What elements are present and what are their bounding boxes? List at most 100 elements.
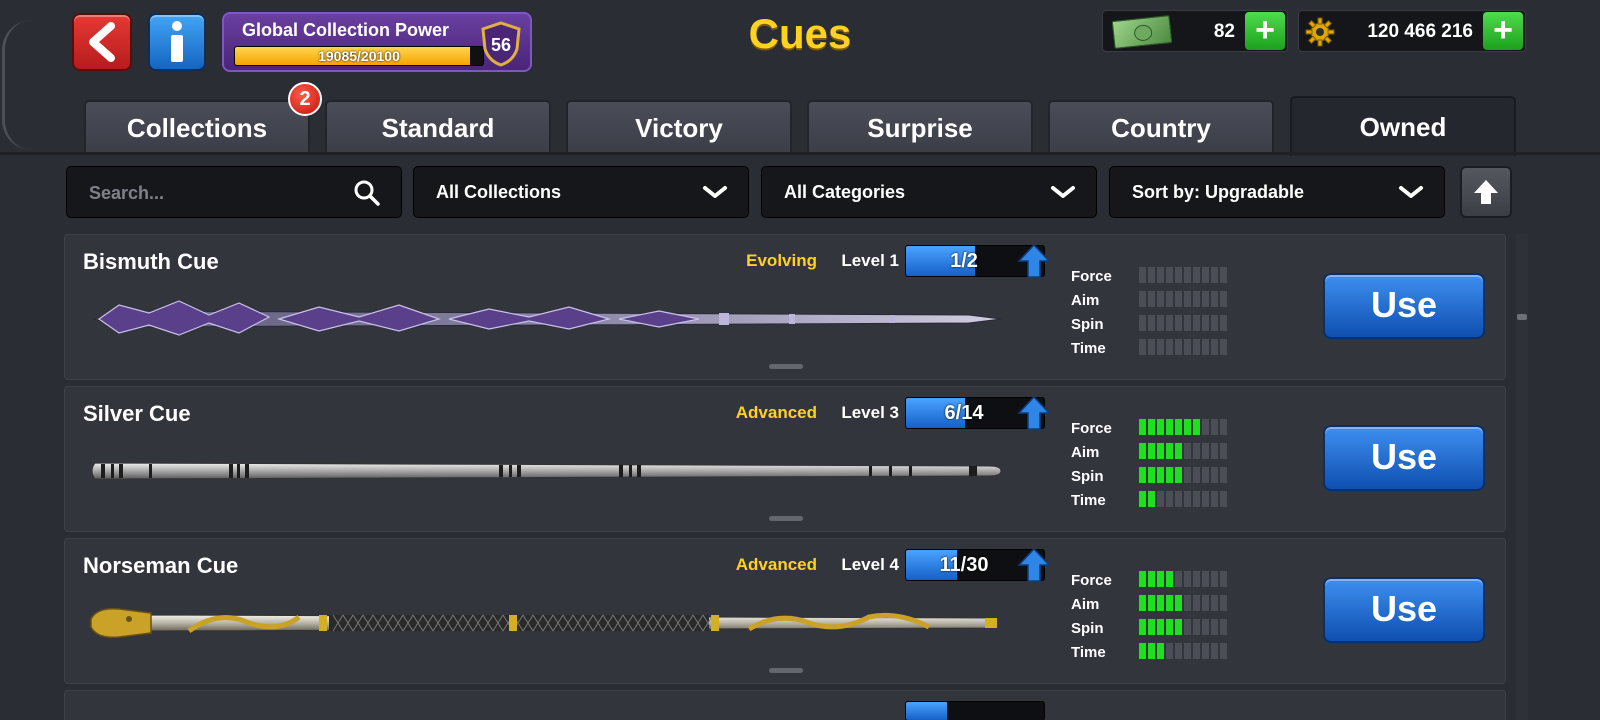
stat-segment xyxy=(1166,267,1173,283)
stat-segment xyxy=(1202,419,1209,435)
stat-segment xyxy=(1220,595,1227,611)
add-cash-button[interactable]: + xyxy=(1245,12,1285,50)
sort-direction-button[interactable] xyxy=(1460,166,1512,218)
cue-row[interactable]: Bismuth Cue Evolving Level 1 1/2 Force A… xyxy=(64,234,1506,380)
stat-segment xyxy=(1148,419,1155,435)
stat-segment xyxy=(1157,491,1164,507)
stat-segment xyxy=(1184,571,1191,587)
stat-segment xyxy=(1193,643,1200,659)
tab-country[interactable]: Country xyxy=(1048,100,1274,154)
stat-segment xyxy=(1202,339,1209,355)
cue-name: Norseman Cue xyxy=(83,553,239,578)
use-button[interactable]: Use xyxy=(1323,425,1485,491)
stat-segment xyxy=(1157,619,1164,635)
level-progress-text: 11/30 xyxy=(939,554,989,576)
stat-bar xyxy=(1139,267,1227,283)
stat-label: Force xyxy=(1071,572,1112,589)
add-coins-button[interactable]: + xyxy=(1483,12,1523,50)
stat-segment xyxy=(1166,571,1173,587)
scrollbar[interactable] xyxy=(1516,234,1528,720)
cue-row-partial xyxy=(64,690,1506,720)
category-dropdown[interactable]: All Categories xyxy=(761,166,1097,218)
stat-segment xyxy=(1139,643,1146,659)
stat-bar xyxy=(1139,339,1227,355)
stat-segment xyxy=(1157,571,1164,587)
level-progress-fill xyxy=(906,702,948,720)
stat-segment xyxy=(1211,419,1218,435)
notification-badge: 2 xyxy=(288,82,322,116)
stat-segment xyxy=(1166,315,1173,331)
cue-stats: Force Aim Spin Time xyxy=(1071,569,1231,665)
cue-row[interactable]: Norseman Cue Advanced Level 4 11/30 Forc… xyxy=(64,538,1506,684)
stat-segment xyxy=(1148,443,1155,459)
silver-cue-image xyxy=(91,462,1002,480)
coins-gear-icon xyxy=(1305,17,1335,47)
stat-segment xyxy=(1148,315,1155,331)
stat-segment xyxy=(1211,315,1218,331)
stat-segment xyxy=(1211,267,1218,283)
upgrade-arrow-icon[interactable] xyxy=(1017,395,1051,431)
chevron-down-icon xyxy=(1399,186,1423,198)
upgrade-arrow-icon[interactable] xyxy=(1017,243,1051,279)
expand-handle[interactable] xyxy=(769,668,803,673)
stat-bar xyxy=(1139,467,1227,483)
stat-spin: Spin xyxy=(1071,313,1231,337)
stat-segment xyxy=(1166,595,1173,611)
tab-standard[interactable]: Standard xyxy=(325,100,551,154)
stat-segment xyxy=(1211,291,1218,307)
stat-segment xyxy=(1139,315,1146,331)
stat-segment xyxy=(1220,267,1227,283)
stat-segment xyxy=(1139,443,1146,459)
info-icon xyxy=(171,21,183,62)
global-collection-power[interactable]: Global Collection Power 19085/20100 56 xyxy=(222,12,532,72)
stat-segment xyxy=(1202,491,1209,507)
search-placeholder: Search... xyxy=(89,183,165,203)
stat-segment xyxy=(1148,267,1155,283)
expand-handle[interactable] xyxy=(769,364,803,369)
expand-handle[interactable] xyxy=(769,516,803,521)
stat-segment xyxy=(1211,619,1218,635)
stat-label: Time xyxy=(1071,644,1106,661)
stat-segment xyxy=(1202,619,1209,635)
stat-segment xyxy=(1139,339,1146,355)
cue-row[interactable]: Silver Cue Advanced Level 3 6/14 Force A… xyxy=(64,386,1506,532)
stat-segment xyxy=(1202,443,1209,459)
stat-spin: Spin xyxy=(1071,465,1231,489)
info-button[interactable] xyxy=(148,13,206,71)
stat-segment xyxy=(1166,619,1173,635)
stat-segment xyxy=(1175,571,1182,587)
collection-dropdown[interactable]: All Collections xyxy=(413,166,749,218)
tab-victory[interactable]: Victory xyxy=(566,100,792,154)
cue-tier: Advanced xyxy=(735,403,817,422)
cue-stats: Force Aim Spin Time xyxy=(1071,265,1231,361)
stat-segment xyxy=(1184,315,1191,331)
stat-label: Force xyxy=(1071,420,1112,437)
shield-level-icon: 56 xyxy=(481,21,521,67)
back-button[interactable] xyxy=(72,13,132,71)
cash-balance: 82 + xyxy=(1102,10,1288,52)
stat-aim: Aim xyxy=(1071,289,1231,313)
stat-segment xyxy=(1175,467,1182,483)
power-progress-bar: 19085/20100 xyxy=(234,46,484,66)
chevron-down-icon xyxy=(1051,186,1075,198)
search-input[interactable]: Search... xyxy=(66,166,402,218)
stat-segment xyxy=(1211,643,1218,659)
cue-level: Level 1 xyxy=(841,251,899,270)
tab-collections[interactable]: Collections xyxy=(84,100,310,154)
stat-segment xyxy=(1157,267,1164,283)
tab-surprise[interactable]: Surprise xyxy=(807,100,1033,154)
cue-name: Bismuth Cue xyxy=(83,249,219,274)
stat-segment xyxy=(1220,571,1227,587)
cash-icon xyxy=(1111,15,1173,49)
stat-segment xyxy=(1157,595,1164,611)
stat-spin: Spin xyxy=(1071,617,1231,641)
tab-owned[interactable]: Owned xyxy=(1290,96,1516,156)
use-button[interactable]: Use xyxy=(1323,577,1485,643)
chevron-left-icon xyxy=(89,22,115,62)
stat-segment xyxy=(1139,419,1146,435)
category-dropdown-value: All Categories xyxy=(784,182,906,202)
sort-dropdown[interactable]: Sort by: Upgradable xyxy=(1109,166,1445,218)
upgrade-arrow-icon[interactable] xyxy=(1017,547,1051,583)
use-button[interactable]: Use xyxy=(1323,273,1485,339)
scrollbar-thumb[interactable] xyxy=(1517,314,1527,320)
